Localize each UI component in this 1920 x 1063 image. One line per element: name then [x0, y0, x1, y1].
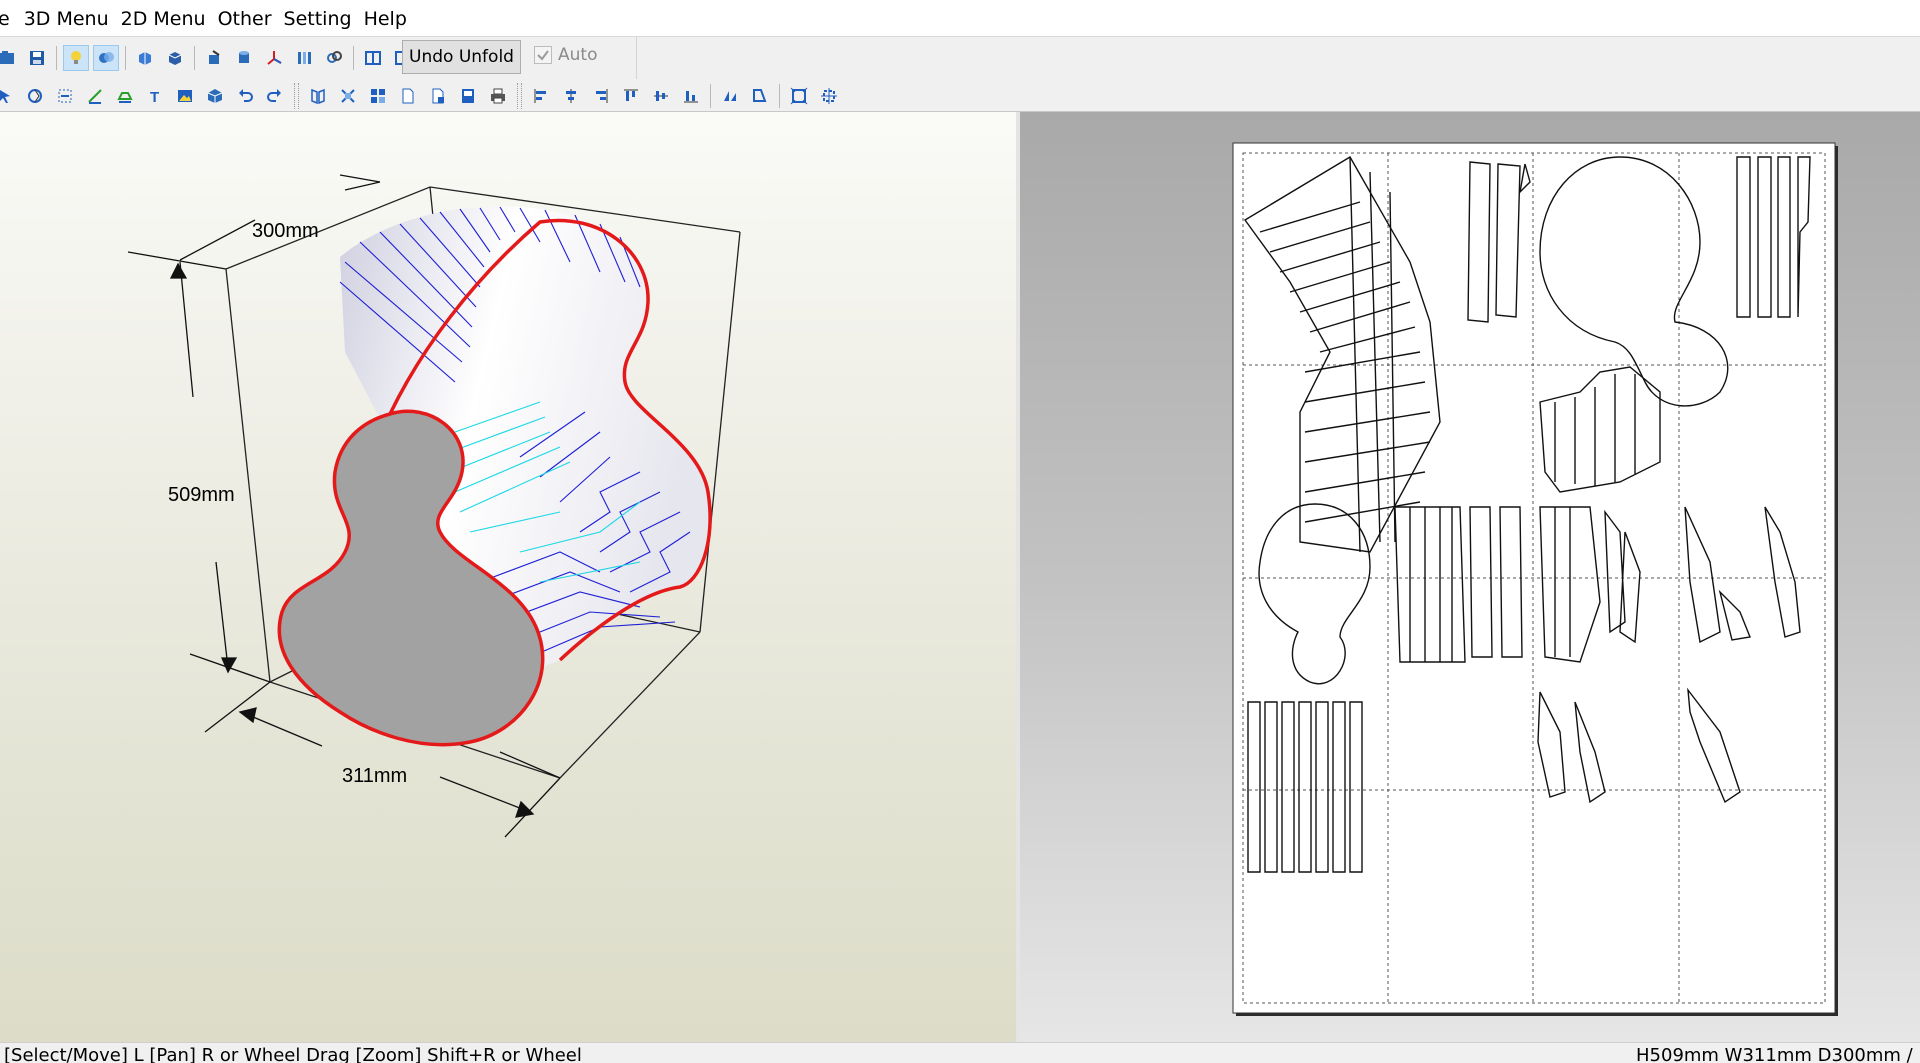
arrange-icon[interactable] — [335, 83, 361, 109]
align-top-icon[interactable] — [618, 83, 644, 109]
toolbar-group-file — [0, 37, 418, 79]
page-setup-icon[interactable] — [425, 83, 451, 109]
3d-view[interactable]: 300mm 509mm 311mm — [0, 112, 1016, 1042]
paint-icon[interactable] — [201, 45, 227, 71]
print-icon[interactable] — [485, 83, 511, 109]
texture-toggle-icon[interactable] — [93, 45, 119, 71]
status-dimensions: H509mm W311mm D300mm / P — [1636, 1045, 1920, 1063]
checkmark-icon — [534, 46, 552, 64]
toolbar-separator — [710, 83, 711, 108]
export-icon[interactable] — [455, 83, 481, 109]
open-icon[interactable] — [0, 45, 20, 71]
align-left-icon[interactable] — [528, 83, 554, 109]
dimension-icon[interactable] — [291, 45, 317, 71]
auto-label: Auto — [558, 45, 598, 65]
toolbar-separator — [779, 83, 780, 108]
menu-setting[interactable]: Setting — [278, 0, 358, 36]
pages-icon[interactable] — [305, 83, 331, 109]
menu-2d[interactable]: 2D Menu — [115, 0, 212, 36]
page-icon[interactable] — [395, 83, 421, 109]
redo-icon[interactable] — [262, 83, 288, 109]
split-view-icon[interactable] — [360, 45, 386, 71]
dimension-depth-label: 300mm — [252, 220, 319, 242]
auto-checkbox[interactable]: Auto — [534, 45, 597, 65]
flap-icon[interactable] — [112, 83, 138, 109]
toolbar-grip[interactable] — [517, 82, 522, 109]
2d-view[interactable] — [1020, 112, 1920, 1042]
2d-layout-canvas[interactable] — [1020, 112, 1920, 1042]
toolbar-top: Undo Unfold Auto — [0, 37, 1920, 79]
menu-help[interactable]: Help — [358, 0, 413, 36]
light-bulb-icon[interactable] — [63, 45, 89, 71]
rotate-part-icon[interactable] — [22, 83, 48, 109]
distribute-v-icon[interactable] — [747, 83, 773, 109]
menu-file[interactable]: e — [0, 0, 18, 36]
svg-text:T: T — [150, 89, 159, 105]
edge-line-icon[interactable] — [82, 83, 108, 109]
menu-bar: e 3D Menu 2D Menu Other Setting Help — [0, 0, 1920, 37]
align-right-icon[interactable] — [588, 83, 614, 109]
zoom-extents-icon[interactable] — [816, 83, 842, 109]
axis-icon[interactable] — [261, 45, 287, 71]
menu-other[interactable]: Other — [212, 0, 278, 36]
align-center-icon[interactable] — [558, 83, 584, 109]
toolbar-group-edit: T — [0, 80, 844, 111]
toolbar-separator — [353, 46, 354, 70]
image-icon[interactable] — [172, 83, 198, 109]
unfold-selected-icon[interactable] — [162, 45, 188, 71]
status-bar: [Select/Move] L [Pan] R or Wheel Drag [Z… — [0, 1042, 1920, 1063]
toolbar-bottom: T — [0, 80, 1920, 112]
distribute-h-icon[interactable] — [717, 83, 743, 109]
3d-model-canvas[interactable]: 300mm 509mm 311mm — [0, 112, 1016, 1042]
toolbar-separator — [56, 46, 57, 70]
dimension-height-label: 509mm — [168, 484, 235, 506]
dimension-width-label: 311mm — [342, 765, 407, 787]
align-middle-icon[interactable] — [648, 83, 674, 109]
save-icon[interactable] — [24, 45, 50, 71]
text-icon[interactable]: T — [142, 83, 168, 109]
join-faces-icon[interactable] — [52, 83, 78, 109]
toolbar-separator — [125, 46, 126, 70]
fit-page-icon[interactable] — [786, 83, 812, 109]
align-bottom-icon[interactable] — [678, 83, 704, 109]
undo-unfold-button[interactable]: Undo Unfold — [402, 40, 521, 74]
menu-3d[interactable]: 3D Menu — [18, 0, 115, 36]
layout-icon[interactable] — [365, 83, 391, 109]
cube-icon[interactable] — [202, 83, 228, 109]
toolbar-separator — [194, 46, 195, 70]
status-hint: [Select/Move] L [Pan] R or Wheel Drag [Z… — [4, 1045, 582, 1063]
unfold-icon[interactable] — [132, 45, 158, 71]
undo-icon[interactable] — [232, 83, 258, 109]
select-arrow-icon[interactable] — [0, 83, 18, 109]
link-icon[interactable] — [321, 45, 347, 71]
toolbar-grip[interactable] — [294, 82, 299, 109]
cylinder-icon[interactable] — [231, 45, 257, 71]
